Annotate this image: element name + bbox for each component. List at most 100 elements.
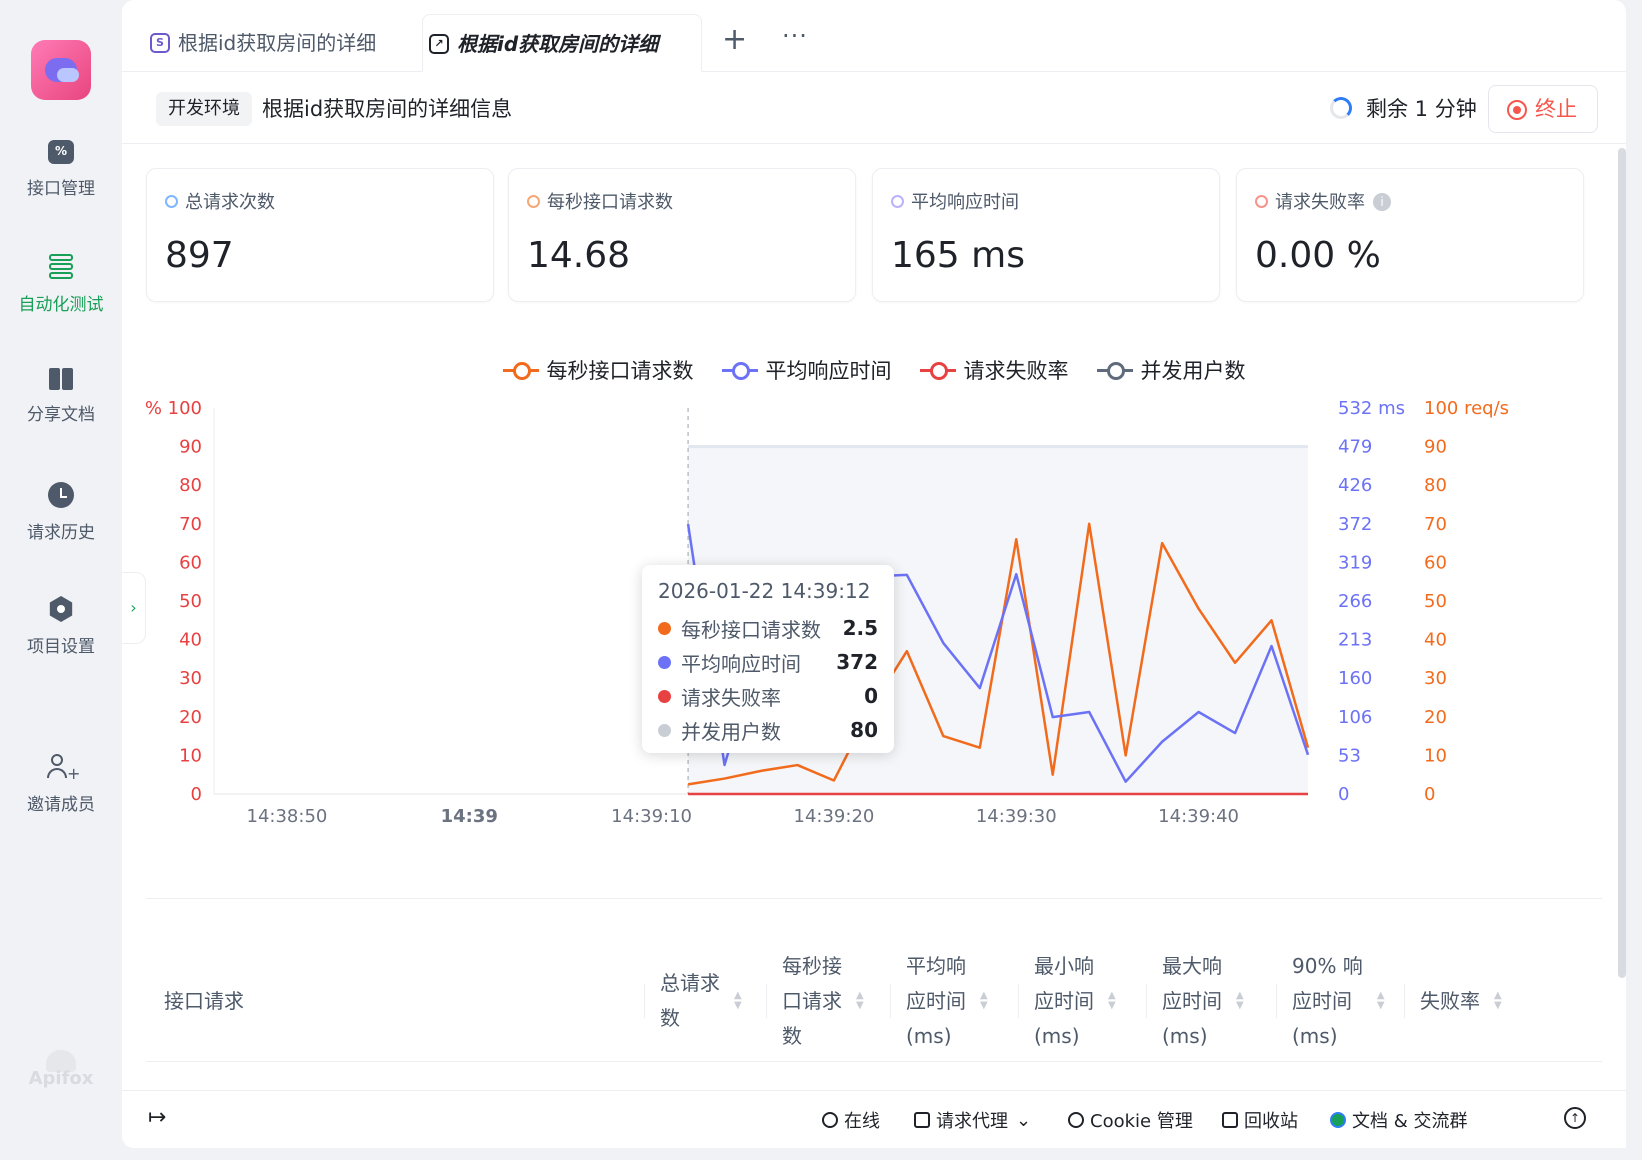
y-mid-tick-label: 426 [1338, 475, 1372, 496]
y-mid-tick-label: 532 ms [1338, 398, 1405, 419]
footer-item-3[interactable]: 回收站 [1222, 1107, 1298, 1133]
expand-sidebar-button[interactable]: › [122, 572, 146, 644]
status-dot [891, 195, 904, 208]
table-column-header[interactable]: 90% 响 应时间 (ms) ▲ ▼ [1276, 940, 1385, 1062]
y-left-tick-label: 0 [191, 784, 202, 805]
stop-button[interactable]: 终止 [1488, 85, 1598, 133]
footer-item-4[interactable]: 文档 & 交流群 [1330, 1107, 1467, 1133]
table-column-header: 接口请求 [164, 940, 244, 1062]
footer-item-2[interactable]: Cookie 管理 [1068, 1107, 1193, 1133]
y-right-tick-label: 100 req/s [1424, 398, 1509, 419]
y-right-tick-label: 20 [1424, 707, 1447, 728]
footer-item-label: Cookie 管理 [1090, 1111, 1193, 1132]
tooltip-time: 2026-01-22 14:39:12 [658, 579, 871, 603]
stat-card-total-requests: 总请求次数 897 [146, 168, 494, 302]
sidebar-item-api-management[interactable]: 接口管理 [0, 140, 122, 199]
stop-icon [1507, 100, 1527, 120]
column-header-label: 最小响 应时间 (ms) [1034, 953, 1094, 1048]
s-badge-icon: S [150, 33, 170, 53]
trash-icon [1222, 1112, 1238, 1128]
x-tick-label: 14:39 [441, 806, 498, 827]
tooltip-row: 并发用户数 80 [658, 713, 878, 747]
stat-label: 请求失败率 i [1275, 188, 1391, 214]
sort-icon[interactable]: ▲ ▼ [856, 991, 864, 1011]
run-header: 开发环境 根据id获取房间的详细信息 剩余 1 分钟 终止 [122, 72, 1626, 144]
app-logo[interactable] [31, 40, 91, 100]
stat-value: 897 [165, 235, 234, 276]
tooltip-series-value: 372 [836, 650, 878, 674]
series-dot-icon [658, 621, 671, 635]
sort-icon[interactable]: ▲ ▼ [1377, 991, 1385, 1011]
y-mid-tick-label: 266 [1338, 591, 1372, 612]
sidebar: 接口管理 自动化测试 分享文档 请求历史 项目设置 + 邀请成员 Apifox [0, 0, 122, 1160]
footer-item-label: 文档 & 交流群 [1352, 1111, 1468, 1132]
y-left-tick-label: 30 [179, 668, 202, 689]
sidebar-item-share-docs[interactable]: 分享文档 [0, 368, 122, 425]
sort-icon[interactable]: ▲ ▼ [734, 991, 742, 1011]
y-mid-tick-label: 53 [1338, 746, 1361, 767]
series-dot-icon [658, 689, 671, 703]
table-column-header[interactable]: 最大响 应时间 (ms) ▲ ▼ [1146, 940, 1244, 1062]
status-bar: ↦ 在线 请求代理 ⌄ Cookie 管理 回收站 文档 & 交流群 ↑ [122, 1090, 1626, 1148]
results-table-header: 接口请求 总请求 数 ▲ ▼ 每秒接 口请求 数 ▲ ▼ 平均响 应时间 (ms) ▲ ▼ 最小响 … [146, 940, 1602, 1062]
y-right-tick-label: 40 [1424, 630, 1447, 651]
y-right-tick-label: 90 [1424, 437, 1447, 458]
status-dot [165, 195, 178, 208]
footer-item-0[interactable]: 在线 [822, 1107, 880, 1133]
tab-test-case-1[interactable]: S 根据id获取房间的详细 [144, 14, 384, 72]
sidebar-item-invite-member[interactable]: + 邀请成员 [0, 754, 122, 815]
history-clock-icon [48, 482, 74, 508]
chart-tooltip: 2026-01-22 14:39:12 每秒接口请求数 2.5 平均响应时间 372 请… [642, 565, 894, 753]
tab-label: 根据id获取房间的详细 [457, 32, 659, 56]
status-dot [527, 195, 540, 208]
x-tick-label: 14:38:50 [247, 806, 328, 827]
table-column-header[interactable]: 总请求 数 ▲ ▼ [644, 940, 742, 1062]
tab-test-case-2[interactable]: ↗ 根据id获取房间的详细 [422, 14, 702, 72]
vertical-scrollbar[interactable] [1618, 148, 1626, 978]
table-column-header[interactable]: 失败率 ▲ ▼ [1404, 940, 1502, 1062]
tooltip-series-name: 每秒接口请求数 [681, 617, 821, 642]
sort-icon[interactable]: ▲ ▼ [980, 991, 988, 1011]
footer-item-label: 回收站 [1244, 1111, 1298, 1132]
environment-badge[interactable]: 开发环境 [156, 92, 252, 126]
loading-spinner-icon [1330, 97, 1352, 119]
stat-label: 平均响应时间 [911, 192, 1019, 213]
footer-item-1[interactable]: 请求代理 ⌄ [914, 1107, 1031, 1133]
column-header-label: 最大响 应时间 (ms) [1162, 953, 1222, 1048]
collapse-panel-icon[interactable]: ↦ [148, 1105, 166, 1130]
y-left-tick-label: 40 [179, 630, 202, 651]
brand-label: Apifox [28, 1068, 94, 1089]
sort-icon[interactable]: ▲ ▼ [1236, 991, 1244, 1011]
sort-icon[interactable]: ▲ ▼ [1494, 991, 1502, 1011]
tooltip-series-name: 平均响应时间 [681, 651, 801, 676]
x-tick-label: 14:39:40 [1158, 806, 1239, 827]
table-column-header[interactable]: 平均响 应时间 (ms) ▲ ▼ [890, 940, 988, 1062]
series-dot-icon [658, 723, 671, 737]
more-tabs-button[interactable]: ··· [782, 22, 808, 50]
proxy-icon [914, 1112, 930, 1128]
table-column-header[interactable]: 最小响 应时间 (ms) ▲ ▼ [1018, 940, 1116, 1062]
y-mid-tick-label: 160 [1338, 668, 1372, 689]
sidebar-item-history[interactable]: 请求历史 [0, 482, 122, 543]
scroll-to-top-icon[interactable]: ↑ [1564, 1107, 1586, 1129]
table-column-header[interactable]: 每秒接 口请求 数 ▲ ▼ [766, 940, 864, 1062]
sidebar-item-label: 自动化测试 [18, 295, 104, 315]
stat-card-failure-rate: 请求失败率 i 0.00 % [1236, 168, 1584, 302]
stat-label: 总请求次数 [185, 192, 275, 213]
series-dot-icon [658, 655, 671, 669]
y-left-tick-label: 50 [179, 591, 202, 612]
cookie-icon [1068, 1112, 1084, 1128]
x-tick-label: 14:39:30 [976, 806, 1057, 827]
info-icon[interactable]: i [1373, 193, 1391, 211]
sidebar-item-automation-test[interactable]: 自动化测试 [0, 254, 122, 315]
add-tab-button[interactable]: + [722, 22, 747, 57]
footer-item-label: 请求代理 [936, 1111, 1008, 1132]
sidebar-item-label: 分享文档 [27, 405, 95, 425]
sidebar-item-label: 接口管理 [27, 179, 95, 199]
sidebar-item-project-settings[interactable]: 项目设置 [0, 596, 122, 657]
sort-icon[interactable]: ▲ ▼ [1108, 991, 1116, 1011]
y-right-tick-label: 70 [1424, 514, 1447, 535]
performance-chart-icon: ↗ [429, 34, 449, 54]
y-left-tick-label: 90 [179, 437, 202, 458]
automation-test-icon [49, 254, 73, 280]
